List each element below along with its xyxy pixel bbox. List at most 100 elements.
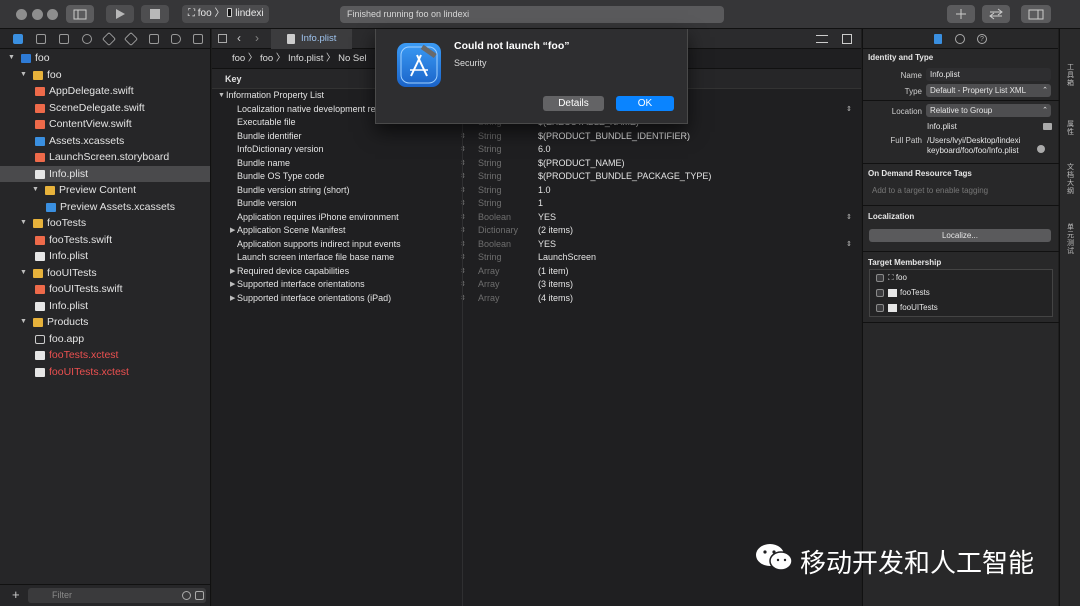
plist-value[interactable]: 1: [538, 197, 543, 211]
disclosure-triangle-icon[interactable]: ▼: [20, 67, 27, 84]
navigator-item[interactable]: foo.app: [0, 331, 210, 348]
location-select[interactable]: Relative to Group ⌃: [926, 104, 1051, 117]
library-plus-icon[interactable]: [947, 5, 975, 23]
plist-row[interactable]: Bundle name⇕String$(PRODUCT_NAME): [212, 157, 861, 171]
inspector-toggle-icon[interactable]: [1021, 5, 1051, 23]
code-review-icon[interactable]: [982, 5, 1010, 23]
report-navigator-icon[interactable]: [193, 34, 203, 44]
navigator-item[interactable]: ▼ Preview Content: [0, 182, 210, 199]
plist-value[interactable]: (4 items): [538, 292, 573, 306]
properties-tab[interactable]: 属性: [1064, 121, 1077, 137]
navigator-item[interactable]: Info.plist: [0, 165, 210, 182]
document-outline-tab[interactable]: 文档大纲: [1064, 164, 1077, 196]
plist-value[interactable]: LaunchScreen: [538, 251, 596, 265]
filter-options-icon[interactable]: [195, 591, 204, 600]
plist-row[interactable]: ▶Application Scene Manifest⇕Dictionary(2…: [212, 224, 861, 238]
target-row-footests[interactable]: fooTests: [876, 286, 930, 300]
disclosure-triangle-icon[interactable]: ▶: [230, 278, 235, 292]
plist-value[interactable]: $(PRODUCT_BUNDLE_IDENTIFIER): [538, 130, 690, 144]
plist-value[interactable]: 6.0: [538, 143, 551, 157]
disclosure-triangle-icon[interactable]: ▼: [20, 215, 27, 232]
project-navigator-icon[interactable]: [13, 34, 23, 44]
navigator-item[interactable]: fooTests.xctest: [0, 347, 210, 364]
editor-options-icon[interactable]: [816, 35, 828, 43]
tab-info-plist[interactable]: Info.plist: [271, 29, 352, 49]
navigator-item[interactable]: LaunchScreen.storyboard: [0, 149, 210, 166]
zoom-window-button[interactable]: [47, 9, 58, 20]
add-file-icon[interactable]: +: [12, 587, 20, 602]
navigator-item[interactable]: ▼ Products: [0, 314, 210, 331]
quick-help-icon[interactable]: ?: [977, 34, 987, 44]
navigator-filter-input[interactable]: Filter: [28, 588, 206, 603]
debug-navigator-icon[interactable]: [149, 34, 159, 44]
plist-row[interactable]: InfoDictionary version⇕String6.0: [212, 143, 861, 157]
navigator-item[interactable]: ▼ foo: [0, 67, 210, 84]
breakpoint-navigator-icon[interactable]: [171, 34, 181, 44]
plist-value[interactable]: YES: [538, 211, 556, 225]
plist-row[interactable]: Bundle OS Type code⇕String$(PRODUCT_BUND…: [212, 170, 861, 184]
navigator-item[interactable]: Assets.xcassets: [0, 133, 210, 150]
plist-value[interactable]: $(PRODUCT_BUNDLE_PACKAGE_TYPE): [538, 170, 711, 184]
plist-value[interactable]: YES: [538, 238, 556, 252]
disclosure-triangle-icon[interactable]: ▶: [230, 265, 235, 279]
navigator-item[interactable]: ContentView.swift: [0, 116, 210, 133]
run-button[interactable]: [106, 5, 134, 23]
recent-files-icon[interactable]: [182, 591, 191, 600]
navigator-item[interactable]: Info.plist: [0, 248, 210, 265]
checkbox[interactable]: [876, 303, 884, 312]
scheme-selector[interactable]: ⛶ foo 〉 lindexi: [182, 5, 269, 23]
navigator-item[interactable]: SceneDelegate.swift: [0, 100, 210, 117]
disclosure-triangle-icon[interactable]: ▶: [230, 292, 235, 306]
toolbox-tab[interactable]: 工具箱: [1064, 64, 1077, 88]
navigator-item[interactable]: ▼ fooTests: [0, 215, 210, 232]
ok-button[interactable]: OK: [616, 96, 674, 111]
disclosure-triangle-icon[interactable]: ▶: [230, 224, 235, 238]
issue-navigator-icon[interactable]: [101, 31, 117, 47]
source-control-icon[interactable]: [36, 34, 46, 44]
checkbox[interactable]: [876, 288, 884, 297]
plist-row[interactable]: Bundle version string (short)⇕String1.0: [212, 184, 861, 198]
plist-value[interactable]: (2 items): [538, 224, 573, 238]
test-navigator-icon[interactable]: [123, 31, 139, 47]
localize-button[interactable]: Localize...: [869, 229, 1051, 242]
stop-button[interactable]: [141, 5, 169, 23]
forward-arrow-icon[interactable]: ›: [255, 31, 259, 45]
checkbox[interactable]: [876, 273, 884, 282]
navigator-item[interactable]: fooUITests.xctest: [0, 364, 210, 381]
back-arrow-icon[interactable]: ‹: [237, 31, 241, 45]
plist-row[interactable]: ▶ Supported interface orientations (iPad)…: [212, 292, 861, 306]
navigator-item[interactable]: ▼ fooUITests: [0, 265, 210, 282]
reveal-arrow-icon[interactable]: [1037, 145, 1045, 153]
disclosure-triangle-icon[interactable]: ▼: [32, 182, 39, 199]
popup-chevron-icon[interactable]: ⇕: [846, 238, 852, 252]
disclosure-triangle-icon[interactable]: ▼: [20, 265, 27, 282]
add-editor-icon[interactable]: [842, 34, 852, 44]
navigator-item[interactable]: ▼ foo: [0, 50, 210, 67]
plist-row[interactable]: Bundle version⇕String1: [212, 197, 861, 211]
close-window-button[interactable]: [16, 9, 27, 20]
symbol-navigator-icon[interactable]: [59, 34, 69, 44]
plist-row[interactable]: Launch screen interface file base name⇕S…: [212, 251, 861, 265]
name-field[interactable]: Info.plist: [926, 68, 1051, 81]
navigator-item[interactable]: fooTests.swift: [0, 232, 210, 249]
disclosure-triangle-icon[interactable]: ▼: [218, 89, 225, 103]
navigator-item[interactable]: AppDelegate.swift: [0, 83, 210, 100]
navigator-item[interactable]: fooUITests.swift: [0, 281, 210, 298]
unit-test-tab[interactable]: 单元测试: [1064, 224, 1077, 256]
plist-row[interactable]: ▶Required device capabilities⇕Array(1 it…: [212, 265, 861, 279]
navigator-toggle-icon[interactable]: [66, 5, 94, 23]
disclosure-triangle-icon[interactable]: ▼: [8, 50, 15, 67]
minimize-window-button[interactable]: [32, 9, 43, 20]
plist-row[interactable]: Bundle identifier⇕String$(PRODUCT_BUNDLE…: [212, 130, 861, 144]
target-row-fouitests[interactable]: fooUITests: [876, 301, 938, 315]
popup-chevron-icon[interactable]: ⇕: [846, 211, 852, 225]
navigator-item[interactable]: Info.plist: [0, 298, 210, 315]
related-items-icon[interactable]: [218, 34, 227, 43]
file-inspector-icon[interactable]: [934, 34, 942, 44]
plist-value[interactable]: (1 item): [538, 265, 569, 279]
disclosure-triangle-icon[interactable]: ▼: [20, 314, 27, 331]
history-inspector-icon[interactable]: [955, 34, 965, 44]
plist-row[interactable]: Application requires iPhone environment ⇕…: [212, 211, 861, 225]
plist-value[interactable]: $(PRODUCT_NAME): [538, 157, 625, 171]
navigator-item[interactable]: Preview Assets.xcassets: [0, 199, 210, 216]
